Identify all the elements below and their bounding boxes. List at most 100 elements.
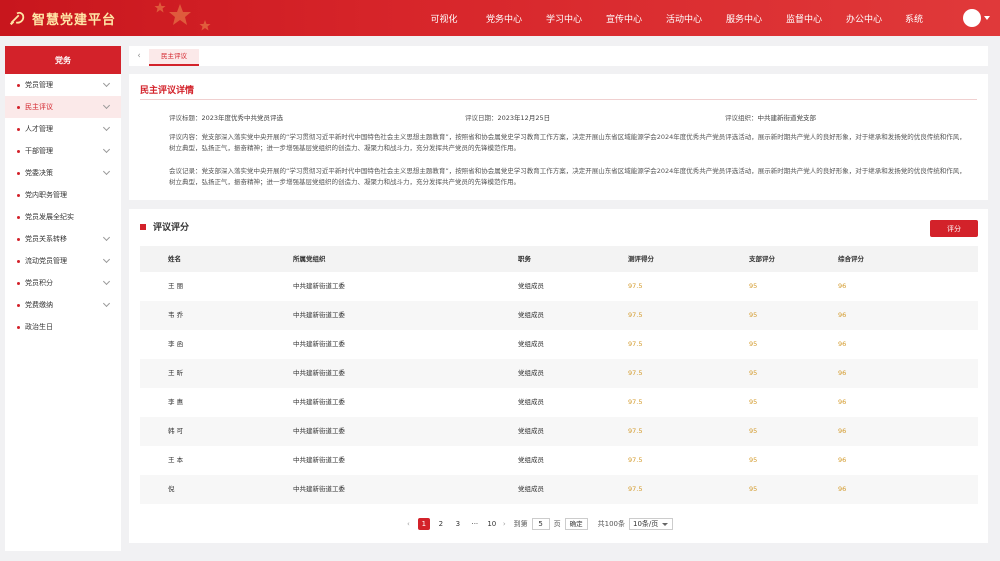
chevron-down-icon[interactable] bbox=[102, 299, 111, 308]
record-value: 党支部深入落实党中央开展的“学习贯彻习近平新时代中国特色社会主义思想主题教育”，… bbox=[169, 167, 966, 186]
chevron-down-icon[interactable] bbox=[102, 277, 111, 286]
cell-overall-score: 96 bbox=[838, 340, 847, 348]
nav-visualization[interactable]: 可视化 bbox=[414, 12, 474, 25]
table-row[interactable]: 韩 可 中共建新街道工委 党组成员 97.5 95 96 bbox=[140, 417, 978, 446]
table-row[interactable]: 王 昕 中共建新街道工委 党组成员 97.5 95 96 bbox=[140, 359, 978, 388]
bullet-icon bbox=[17, 303, 20, 307]
sidebar-item-label: 流动党员管理 bbox=[25, 257, 67, 265]
nav-learning[interactable]: 学习中心 bbox=[534, 12, 594, 25]
cell-overall-score: 96 bbox=[838, 369, 847, 377]
score-button[interactable]: 评分 bbox=[930, 220, 978, 237]
cell-branch-score: 95 bbox=[749, 398, 758, 406]
cell-position: 党组成员 bbox=[518, 398, 544, 406]
sidebar-item[interactable]: 党员管理 bbox=[5, 74, 121, 96]
goto-page-input[interactable]: 5 bbox=[531, 518, 550, 530]
sidebar-item-label: 人才管理 bbox=[25, 125, 53, 133]
sidebar-item-label: 党委决策 bbox=[25, 169, 53, 177]
nav-service[interactable]: 服务中心 bbox=[714, 12, 774, 25]
subject-label: 评议标题： bbox=[169, 114, 202, 122]
app-title: 智慧党建平台 bbox=[32, 12, 117, 28]
sidebar-item[interactable]: 人才管理 bbox=[5, 118, 121, 140]
subject-field: 评议标题：2023年度优秀中共党员评选 bbox=[169, 112, 283, 122]
sidebar-item[interactable]: 流动党员管理 bbox=[5, 250, 121, 272]
cell-overall-score: 96 bbox=[838, 427, 847, 435]
pagination: ‹ 1 2 3 ··· 10 › 到第 5 页 确定 共100条 10条/页 bbox=[407, 517, 673, 531]
sidebar-item[interactable]: 干部管理 bbox=[5, 140, 121, 162]
goto-confirm-button[interactable]: 确定 bbox=[564, 518, 588, 530]
tab-democratic-review[interactable]: 民主评议 bbox=[149, 49, 199, 66]
cell-eval-score: 97.5 bbox=[628, 340, 643, 348]
bullet-icon bbox=[17, 171, 20, 175]
content-field: 评议内容：党支部深入落实党中央开展的“学习贯彻习近平新时代中国特色社会主义思想主… bbox=[169, 132, 969, 154]
nav-activity[interactable]: 活动中心 bbox=[654, 12, 714, 25]
sidebar-item[interactable]: 党内职务管理 bbox=[5, 184, 121, 206]
date-label: 评议日期： bbox=[465, 114, 498, 122]
page-unit: 页 bbox=[553, 520, 561, 528]
date-value: 2023年12月25日 bbox=[497, 114, 551, 122]
nav-supervision[interactable]: 监督中心 bbox=[774, 12, 834, 25]
col-overall-score: 综合评分 bbox=[838, 255, 864, 263]
chevron-down-icon[interactable] bbox=[102, 255, 111, 264]
cell-eval-score: 97.5 bbox=[628, 398, 643, 406]
sidebar-item-label: 政治生日 bbox=[25, 323, 53, 331]
user-avatar[interactable] bbox=[963, 9, 981, 27]
chevron-down-icon[interactable] bbox=[102, 101, 111, 110]
table-row[interactable]: 王 本 中共建新街道工委 党组成员 97.5 95 96 bbox=[140, 446, 978, 475]
cell-position: 党组成员 bbox=[518, 427, 544, 435]
section-marker-icon bbox=[140, 223, 146, 230]
caret-down-icon bbox=[662, 523, 668, 526]
chevron-down-icon[interactable] bbox=[102, 233, 111, 242]
page-3[interactable]: 3 bbox=[452, 518, 464, 530]
chevron-down-icon[interactable] bbox=[102, 145, 111, 154]
sidebar-item[interactable]: 党员关系转移 bbox=[5, 228, 121, 250]
cell-overall-score: 96 bbox=[838, 485, 847, 493]
cell-overall-score: 96 bbox=[838, 456, 847, 464]
sidebar-item[interactable]: 政治生日 bbox=[5, 316, 121, 338]
page-ellipsis[interactable]: ··· bbox=[469, 518, 481, 530]
chevron-left-icon[interactable]: ‹ bbox=[133, 50, 145, 62]
next-page-icon[interactable]: › bbox=[503, 520, 506, 528]
chevron-down-icon[interactable] bbox=[102, 167, 111, 176]
cell-overall-score: 96 bbox=[838, 398, 847, 406]
table-row[interactable]: 李 函 中共建新街道工委 党组成员 97.5 95 96 bbox=[140, 330, 978, 359]
chevron-down-icon[interactable] bbox=[102, 123, 111, 132]
cell-branch-score: 95 bbox=[749, 282, 758, 290]
nav-office[interactable]: 办公中心 bbox=[834, 12, 894, 25]
sidebar-item[interactable]: 党委决策 bbox=[5, 162, 121, 184]
sidebar-item[interactable]: 党员发展全纪实 bbox=[5, 206, 121, 228]
bullet-icon bbox=[17, 127, 20, 131]
sidebar-item[interactable]: 党员积分 bbox=[5, 272, 121, 294]
cell-name: 王 丽 bbox=[168, 282, 184, 290]
page-2[interactable]: 2 bbox=[435, 518, 447, 530]
page-size-value: 10条/页 bbox=[633, 520, 659, 528]
sidebar-item[interactable]: 党费缴纳 bbox=[5, 294, 121, 316]
bullet-icon bbox=[17, 105, 20, 109]
total-count: 共100条 bbox=[597, 520, 625, 528]
sidebar-item[interactable]: 民主评议 bbox=[5, 96, 121, 118]
page-10[interactable]: 10 bbox=[486, 518, 498, 530]
score-title-text: 评议评分 bbox=[153, 223, 190, 233]
nav-publicity[interactable]: 宣传中心 bbox=[594, 12, 654, 25]
nav-party-affairs[interactable]: 党务中心 bbox=[474, 12, 534, 25]
chevron-down-icon[interactable] bbox=[102, 79, 111, 88]
cell-overall-score: 96 bbox=[838, 311, 847, 319]
table-row[interactable]: 李 惠 中共建新街道工委 党组成员 97.5 95 96 bbox=[140, 388, 978, 417]
brand[interactable]: 智慧党建平台 bbox=[8, 0, 116, 36]
cell-eval-score: 97.5 bbox=[628, 456, 643, 464]
table-row[interactable]: 王 丽 中共建新街道工委 党组成员 97.5 95 96 bbox=[140, 272, 978, 301]
cell-overall-score: 96 bbox=[838, 282, 847, 290]
page-size-select[interactable]: 10条/页 bbox=[629, 518, 673, 530]
table-row[interactable]: 倪 中共建新街道工委 党组成员 97.5 95 96 bbox=[140, 475, 978, 504]
bullet-icon bbox=[17, 149, 20, 153]
col-org: 所属党组织 bbox=[293, 255, 326, 263]
top-header: 智慧党建平台 可视化 党务中心 学习中心 宣传中心 活动中心 服务中心 监督中心… bbox=[0, 0, 1000, 36]
cell-eval-score: 97.5 bbox=[628, 427, 643, 435]
table-row[interactable]: 韦 乔 中共建新街道工委 党组成员 97.5 95 96 bbox=[140, 301, 978, 330]
nav-system[interactable]: 系统 bbox=[894, 12, 934, 25]
page-1[interactable]: 1 bbox=[417, 518, 430, 530]
bullet-icon bbox=[17, 325, 20, 329]
caret-down-icon[interactable] bbox=[984, 16, 990, 20]
sidebar-item-label: 党员发展全纪实 bbox=[25, 213, 74, 221]
prev-page-icon[interactable]: ‹ bbox=[407, 520, 410, 528]
cell-name: 王 本 bbox=[168, 456, 184, 464]
